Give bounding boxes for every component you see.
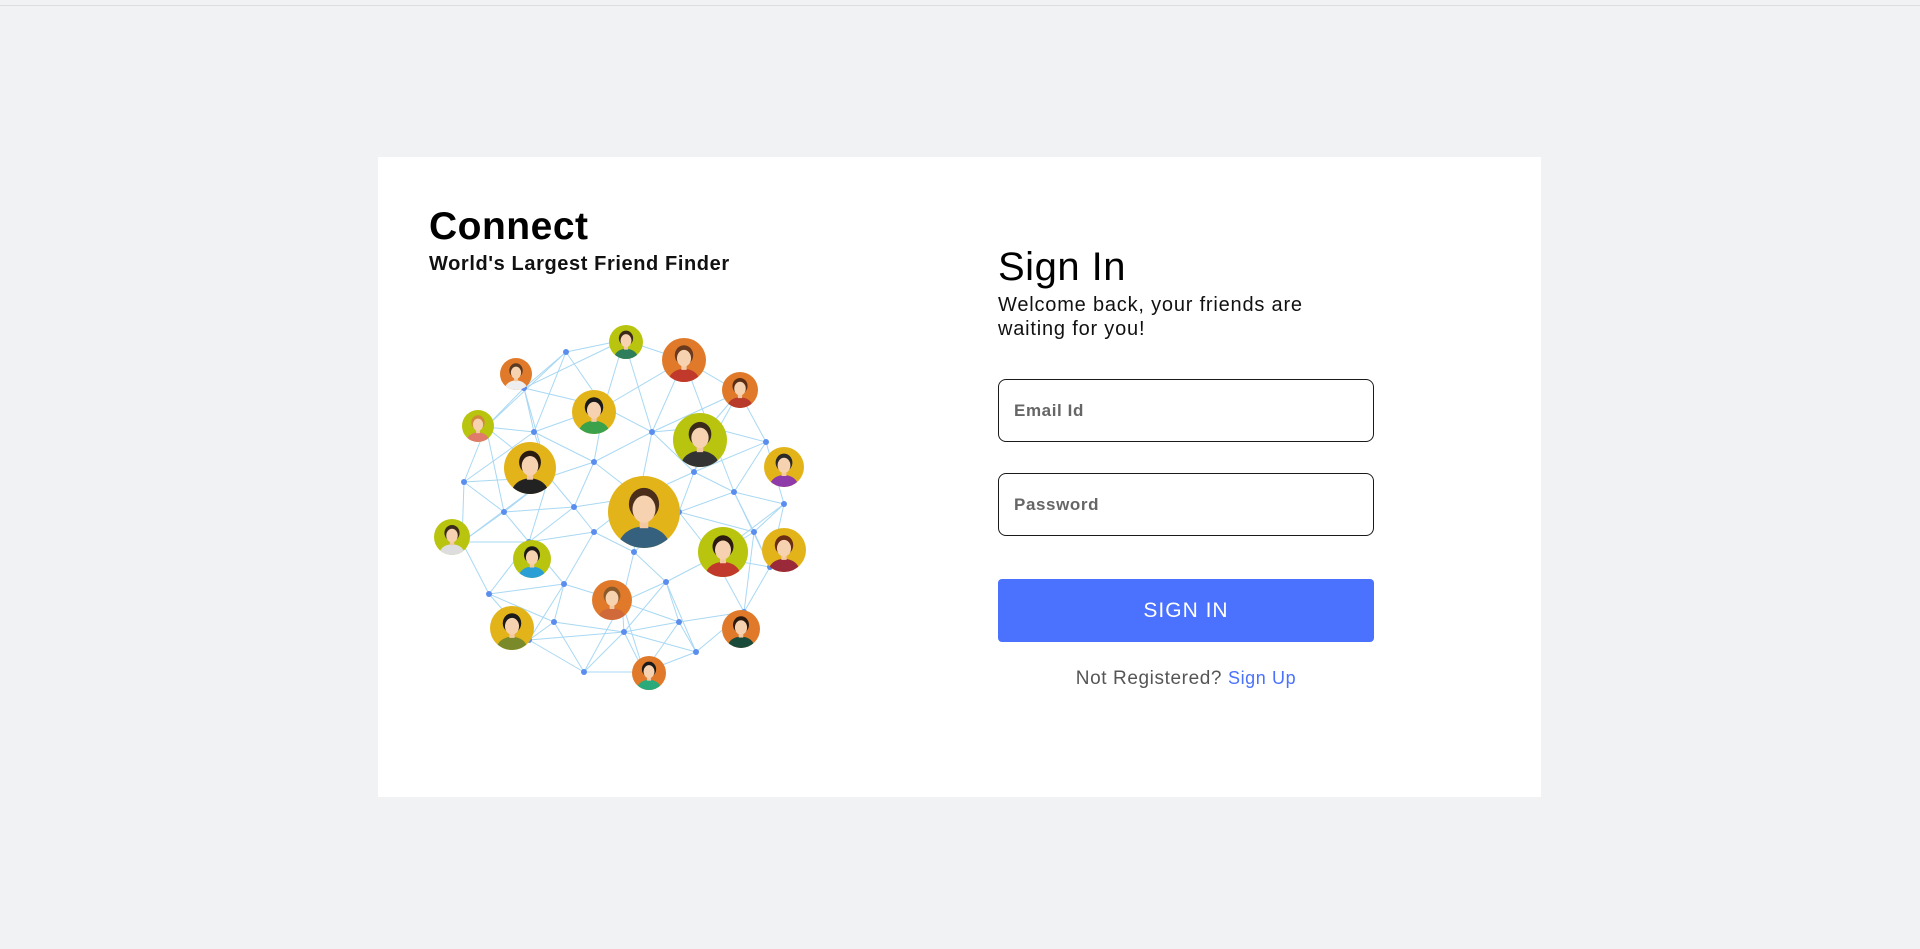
avatar-icon — [608, 476, 680, 548]
network-line — [665, 581, 697, 653]
signin-button[interactable]: SIGN IN — [998, 579, 1374, 642]
network-node — [731, 489, 737, 495]
network-line — [733, 491, 785, 505]
network-node — [781, 501, 787, 507]
network-node — [621, 629, 627, 635]
network-node — [649, 429, 655, 435]
network-line — [573, 506, 595, 533]
signup-link[interactable]: Sign Up — [1228, 668, 1296, 688]
network-node — [581, 669, 587, 675]
network-line — [678, 491, 735, 513]
network-node — [631, 549, 637, 555]
network-node — [676, 619, 682, 625]
avatar-icon — [434, 519, 470, 555]
network-node — [691, 469, 697, 475]
network-line — [528, 583, 565, 641]
network-line — [623, 621, 680, 633]
network-line — [503, 511, 530, 543]
network-node — [461, 479, 467, 485]
avatar-icon — [632, 656, 666, 690]
email-field[interactable] — [998, 379, 1374, 442]
network-line — [573, 461, 595, 508]
network-line — [553, 583, 565, 623]
avatar-icon — [722, 610, 760, 648]
avatar-icon — [609, 325, 643, 359]
avatar-icon — [592, 580, 632, 620]
avatar-icon — [698, 527, 748, 577]
network-line — [553, 621, 625, 633]
network-line — [593, 431, 653, 463]
network-node — [571, 504, 577, 510]
avatar-icon — [504, 442, 556, 494]
network-line — [528, 506, 575, 543]
network-line — [528, 639, 585, 673]
register-row: Not Registered? Sign Up — [998, 668, 1374, 690]
avatar-icon — [722, 372, 758, 408]
not-registered-text: Not Registered? — [1075, 668, 1223, 689]
network-line — [461, 541, 490, 595]
avatar-icon — [513, 540, 551, 578]
avatar-icon — [764, 447, 804, 487]
network-node — [591, 459, 597, 465]
network-line — [528, 631, 625, 641]
network-line — [463, 481, 505, 513]
network-line — [753, 503, 785, 533]
network-line — [523, 339, 625, 389]
network-line — [488, 583, 565, 595]
social-network-illustration — [434, 325, 806, 690]
signin-form: Sign In Welcome back, your friends are w… — [998, 245, 1374, 690]
network-line — [665, 581, 680, 623]
avatar-icon — [572, 390, 616, 434]
network-node — [663, 579, 669, 585]
network-line — [743, 566, 771, 613]
brand-title: Connect — [429, 205, 589, 248]
brand-tagline: World's Largest Friend Finder — [429, 253, 730, 275]
network-node — [501, 509, 507, 515]
avatar-icon — [673, 413, 727, 467]
login-card: Connect World's Largest Friend Finder Si… — [378, 157, 1541, 797]
network-node — [531, 429, 537, 435]
network-line — [633, 551, 667, 583]
network-node — [693, 649, 699, 655]
network-line — [528, 531, 595, 543]
network-node — [561, 581, 567, 587]
avatar-icon — [500, 358, 532, 390]
network-node — [751, 529, 757, 535]
network-node — [763, 439, 769, 445]
network-node — [551, 619, 557, 625]
avatar-icon — [490, 606, 534, 650]
network-line — [563, 531, 595, 585]
network-node — [486, 591, 492, 597]
network-line — [553, 621, 585, 673]
avatar-icon — [662, 338, 706, 382]
network-node — [563, 349, 569, 355]
avatar-icon — [762, 528, 806, 572]
password-field[interactable] — [998, 473, 1374, 536]
network-line — [693, 471, 735, 493]
top-divider — [0, 5, 1920, 6]
network-node — [591, 529, 597, 535]
signin-subtitle: Welcome back, your friends are waiting f… — [998, 294, 1303, 340]
network-line — [733, 491, 755, 533]
signin-title: Sign In — [998, 245, 1127, 289]
network-line — [503, 506, 575, 513]
network-line — [548, 476, 575, 508]
network-line — [733, 441, 767, 493]
network-line — [583, 631, 625, 673]
